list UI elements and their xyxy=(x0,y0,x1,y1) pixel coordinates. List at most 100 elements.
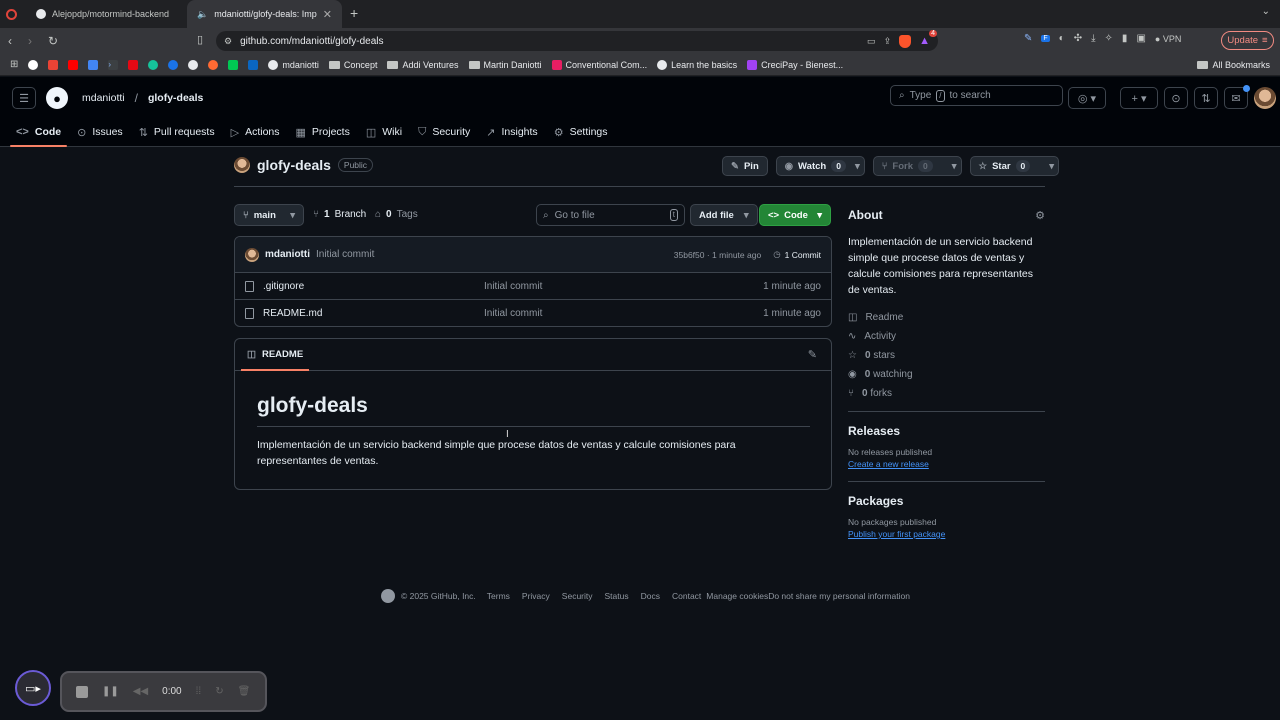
bookmark-favicon[interactable] xyxy=(168,59,179,70)
browser-tab-active[interactable]: 🔈 mdaniotti/glofy-deals: Imp ✕ xyxy=(187,0,342,28)
readme-tab[interactable]: ◫ README xyxy=(241,339,310,371)
grid-icon[interactable]: ⁞⁞ xyxy=(196,686,202,697)
bookmark-favicon[interactable]: › xyxy=(108,59,119,70)
create-release-link[interactable]: Create a new release xyxy=(848,459,1045,469)
code-button[interactable]: <> Code ▾ xyxy=(759,204,831,226)
stop-icon[interactable] xyxy=(76,685,88,698)
packages-title[interactable]: Packages xyxy=(848,494,1045,508)
puzzle-icon[interactable]: ✣ xyxy=(1074,33,1082,44)
add-file-button[interactable]: Add file ▾ xyxy=(690,204,758,226)
tab-projects[interactable]: ▦ Projects xyxy=(290,117,356,147)
pull-requests-icon[interactable]: ⇅ xyxy=(1194,87,1218,109)
download-icon[interactable]: ⤓ xyxy=(1091,33,1095,44)
file-row[interactable]: README.md Initial commit 1 minute ago xyxy=(235,299,831,326)
github-logo-icon[interactable]: ● xyxy=(46,87,68,109)
search-input[interactable]: ⌕ Type / to search xyxy=(890,85,1063,106)
footer-link-security[interactable]: Security xyxy=(562,591,593,601)
branches-link[interactable]: ⑂ 1 Branch xyxy=(313,209,366,220)
bookmark-item[interactable]: Learn the basics xyxy=(657,59,737,70)
apps-icon[interactable]: ⊞ xyxy=(10,59,18,70)
back-icon[interactable]: ‹ xyxy=(8,34,12,48)
rewind-icon[interactable]: ◀◀ xyxy=(133,686,148,697)
footer-link-docs[interactable]: Docs xyxy=(641,591,660,601)
bookmark-favicon[interactable] xyxy=(148,59,159,70)
file-row[interactable]: .gitignore Initial commit 1 minute ago xyxy=(235,272,831,299)
go-to-file-input[interactable]: ⌕ Go to file t xyxy=(536,204,685,226)
youtube-icon[interactable] xyxy=(68,59,79,70)
tab-security[interactable]: ⛉ Security xyxy=(412,117,476,147)
update-button[interactable]: Update ≡ xyxy=(1221,31,1274,50)
bookmark-item[interactable]: Conventional Com... xyxy=(551,59,647,70)
share-icon[interactable]: ⇪ xyxy=(884,36,892,47)
browser-tab[interactable]: Alejopdp/motormind-backend xyxy=(26,0,186,28)
reload-icon[interactable]: ↻ xyxy=(48,34,58,48)
create-new-button[interactable]: + ▾ xyxy=(1120,87,1158,109)
footer-link-contact[interactable]: Contact xyxy=(672,591,701,601)
tab-code[interactable]: <> Code xyxy=(10,117,68,147)
repo-link[interactable]: glofy-deals xyxy=(148,92,203,104)
repo-name[interactable]: glofy-deals xyxy=(257,157,331,173)
all-bookmarks[interactable]: All Bookmarks xyxy=(1197,60,1270,70)
url-text[interactable]: github.com/mdaniotti/glofy-deals xyxy=(240,36,383,47)
tags-link[interactable]: ⌂ 0 Tags xyxy=(375,209,418,220)
recorder-camera-button[interactable]: ▭▸ xyxy=(15,670,51,706)
file-name[interactable]: README.md xyxy=(263,308,484,319)
file-name[interactable]: .gitignore xyxy=(263,281,484,292)
footer-link-status[interactable]: Status xyxy=(605,591,629,601)
netflix-icon[interactable] xyxy=(128,59,139,70)
close-tab-icon[interactable]: ✕ xyxy=(323,8,332,21)
forward-icon[interactable]: › xyxy=(28,34,32,48)
google-icon[interactable] xyxy=(28,59,39,70)
tab-settings[interactable]: ⚙ Settings xyxy=(548,117,614,147)
trash-icon[interactable]: 🗑 xyxy=(238,686,251,697)
bookmark-icon[interactable]: ▯ xyxy=(197,33,203,46)
activity-link[interactable]: ∿ Activity xyxy=(848,327,1045,346)
tab-menu-icon[interactable]: ⌄ xyxy=(1262,6,1270,17)
cast-icon[interactable]: ▭ xyxy=(867,36,876,47)
bookmark-item[interactable]: CreciPay - Bienest... xyxy=(747,59,843,70)
wallet-icon[interactable]: ▣ xyxy=(1136,33,1145,44)
bookmark-favicon[interactable] xyxy=(188,59,199,70)
footer-link-privacy[interactable]: Privacy xyxy=(522,591,550,601)
stars-link[interactable]: ☆ 0 stars xyxy=(848,346,1045,365)
bookmark-folder[interactable]: Martin Daniotti xyxy=(468,60,542,70)
pause-icon[interactable]: ❚❚ xyxy=(102,686,119,697)
releases-title[interactable]: Releases xyxy=(848,424,1045,438)
sidebar-icon[interactable]: ▮ xyxy=(1122,33,1128,44)
commit-message[interactable]: Initial commit xyxy=(316,249,374,260)
file-commit-message[interactable]: Initial commit xyxy=(484,281,542,292)
owner-link[interactable]: mdaniotti xyxy=(82,92,125,104)
gear-icon[interactable]: ⚙ xyxy=(1035,209,1045,222)
edit-pencil-icon[interactable]: ✎ xyxy=(808,348,817,361)
footer-link-do-not-share[interactable]: Do not share my personal information xyxy=(768,591,910,601)
translate-icon[interactable] xyxy=(88,59,99,70)
watching-link[interactable]: ◉ 0 watching xyxy=(848,365,1045,384)
commit-author[interactable]: mdaniotti xyxy=(265,249,310,260)
publish-package-link[interactable]: Publish your first package xyxy=(848,529,1045,539)
omnibox[interactable]: ⚙ github.com/mdaniotti/glofy-deals ▭ ⇪ ▲… xyxy=(216,30,938,51)
user-avatar[interactable] xyxy=(1254,87,1276,109)
tab-pull-requests[interactable]: ⇅ Pull requests xyxy=(133,117,221,147)
copilot-button[interactable]: ◎ ▾ xyxy=(1068,87,1106,109)
vpn-icon[interactable]: ● VPN xyxy=(1155,34,1181,44)
commit-hash-time[interactable]: 35b6f50 · 1 minute ago xyxy=(674,250,761,260)
fork-button[interactable]: ⑂ Fork 0 ▾ xyxy=(872,156,962,176)
bookmark-favicon[interactable] xyxy=(228,59,239,70)
brave-shield-icon[interactable] xyxy=(899,34,912,48)
bookmark-folder[interactable]: Concept xyxy=(328,60,377,70)
ai-icon[interactable]: ✧ xyxy=(1105,33,1113,44)
bookmark-item[interactable]: mdaniotti xyxy=(268,59,319,70)
bookmark-folder[interactable]: Addi Ventures xyxy=(387,60,459,70)
footer-link-terms[interactable]: Terms xyxy=(487,591,510,601)
tab-insights[interactable]: ↗ Insights xyxy=(480,117,543,147)
tab-actions[interactable]: ▷ Actions xyxy=(225,117,286,147)
star-button[interactable]: ☆ Star 0 ▾ xyxy=(969,156,1060,176)
github-footer-logo-icon[interactable] xyxy=(381,589,395,603)
hamburger-menu-button[interactable]: ☰ xyxy=(12,87,36,109)
linkedin-icon[interactable] xyxy=(248,59,259,70)
commits-link[interactable]: ◷ 1 Commit xyxy=(773,249,821,260)
tab-issues[interactable]: ⊙ Issues xyxy=(71,117,129,147)
extension-icon[interactable]: F xyxy=(1041,35,1050,42)
readme-link[interactable]: ◫ Readme xyxy=(848,308,1045,327)
extension-icon[interactable]: ✎ xyxy=(1024,33,1032,44)
